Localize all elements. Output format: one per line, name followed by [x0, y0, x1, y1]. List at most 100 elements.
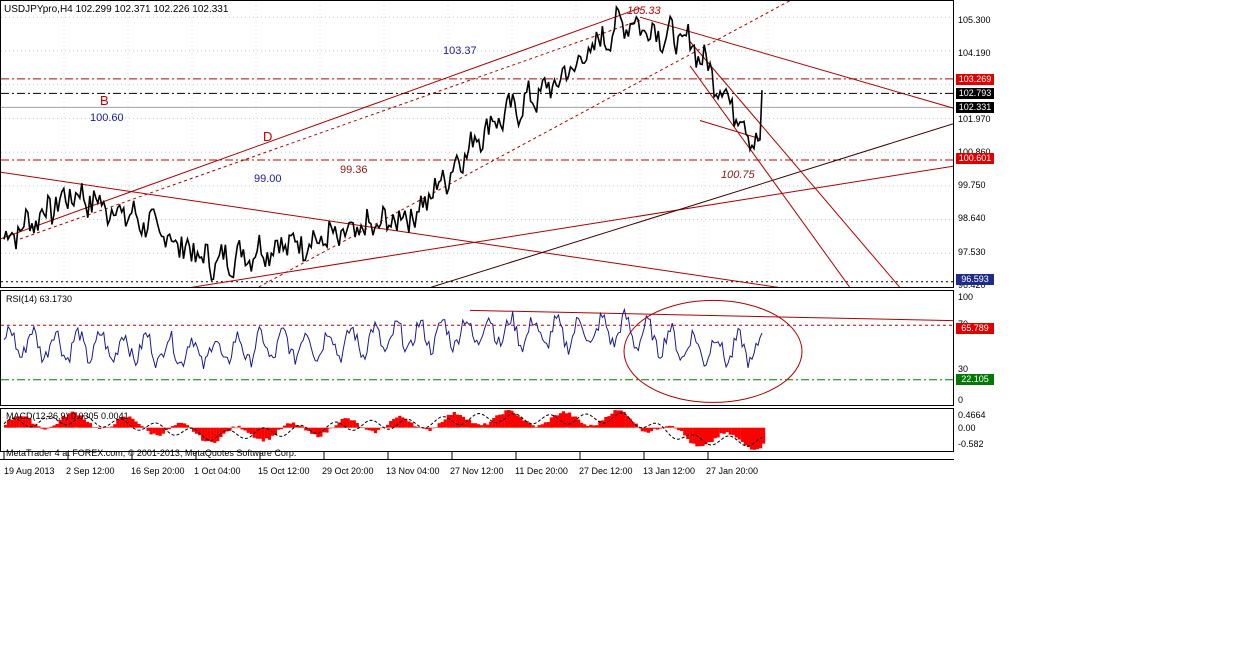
macd-bar [131, 418, 135, 428]
macd-bar [674, 427, 678, 429]
macd-bar [370, 427, 375, 431]
macd-bar [386, 424, 390, 428]
price-scale-label: 99.750 [958, 180, 986, 190]
macd-bar [728, 427, 732, 435]
macd-bar [276, 427, 281, 430]
macd-bar [243, 427, 247, 431]
price-scale-label: 97.530 [958, 247, 986, 257]
annotation-level: 99.00 [254, 173, 282, 185]
macd-bar [540, 424, 544, 428]
price-tag-current: 102.331 [956, 102, 994, 113]
macd-bar [461, 416, 465, 428]
macd-bar [477, 424, 481, 428]
macd-bar [568, 412, 572, 428]
macd-bar [46, 427, 50, 429]
macd-bar [185, 425, 190, 428]
macd-bar [707, 427, 711, 442]
macd-bar [586, 426, 590, 428]
macd-bar [401, 417, 405, 428]
macd-bar [458, 415, 462, 428]
macd-bar [604, 417, 608, 428]
macd-bar [240, 427, 244, 430]
macd-bar [355, 423, 359, 428]
macd-bar [755, 427, 760, 450]
macd-bar [395, 417, 399, 428]
macd-bar [58, 419, 62, 428]
macd-bar [425, 427, 429, 430]
macd-bar [155, 427, 159, 436]
macd-bar [528, 423, 532, 428]
macd-bar [537, 425, 541, 428]
macd-bar [752, 427, 757, 450]
macd-bar [286, 423, 290, 428]
macd-bar [237, 425, 241, 428]
macd-bar [725, 427, 729, 432]
macd-bar [289, 423, 293, 428]
time-axis-label: 19 Aug 2013 [4, 466, 55, 476]
rsi-tag-65789: 65.789 [956, 323, 994, 334]
macd-bar [507, 409, 511, 428]
macd-bar [407, 421, 411, 428]
macd-bar [564, 413, 569, 428]
macd-bar [182, 423, 187, 428]
macd-bar [762, 427, 766, 444]
macd-bar [95, 427, 99, 428]
rsi-tag-22105: 22.105 [956, 374, 994, 385]
macd-bar [616, 410, 620, 428]
macd-bar [737, 427, 741, 440]
macd-bar [613, 410, 617, 428]
price-scale-label: 101.970 [958, 114, 991, 124]
macd-bar [686, 427, 690, 439]
macd-title: MACD(12,26,9) 0.0305 0.0041 [6, 411, 129, 421]
macd-bar [671, 426, 675, 428]
time-axis-label: 29 Oct 20:00 [322, 466, 374, 476]
macd-bar [137, 424, 141, 428]
macd-bar [91, 427, 96, 428]
macd-bar [380, 427, 384, 429]
macd-bar [40, 427, 44, 429]
macd-scale-label: -0.582 [958, 439, 984, 449]
macd-bar [431, 427, 435, 429]
macd-bar [298, 425, 302, 428]
macd-bar [376, 427, 381, 430]
macd-bar [158, 427, 162, 436]
time-axis-label: 2 Sep 12:00 [66, 466, 115, 476]
macd-bar [325, 427, 329, 433]
macd-bar [486, 424, 490, 428]
macd-bar [516, 415, 520, 428]
macd-bar [437, 423, 441, 428]
macd-bar [246, 427, 250, 433]
price-scale-label: 105.300 [958, 15, 991, 25]
rsi-title: RSI(14) 63.1730 [6, 294, 73, 304]
macd-bar [331, 427, 335, 429]
macd-bar [428, 427, 432, 431]
macd-bar [255, 427, 259, 439]
macd-bar [470, 423, 475, 428]
macd-bar [719, 427, 723, 434]
macd-bar [443, 419, 447, 428]
annotation-wave-b: B [100, 93, 109, 108]
macd-bar [346, 418, 350, 428]
macd-bar [292, 422, 296, 428]
macd-bar [176, 422, 180, 428]
macd-bar [392, 419, 396, 428]
rsi-scale-label: 100 [958, 292, 974, 302]
macd-bar [595, 425, 599, 428]
macd-bar [219, 427, 223, 437]
macd-bar [467, 419, 472, 428]
macd-bar [474, 423, 478, 428]
macd-bar [279, 427, 284, 430]
macd-bar [52, 425, 56, 428]
macd-bar [134, 421, 138, 428]
macd-bar [495, 415, 499, 428]
symbol-info: USDJPYpro,H4 102.299 102.371 102.226 102… [4, 4, 229, 15]
macd-bar [649, 427, 653, 432]
chart-canvas[interactable] [0, 0, 1258, 645]
macd-bar [261, 427, 265, 442]
macd-bar [301, 426, 305, 428]
macd-bar [534, 427, 538, 428]
macd-bar [107, 427, 111, 428]
macd-bar [149, 427, 153, 435]
macd-bar [519, 417, 523, 428]
macd-bar [746, 427, 750, 447]
